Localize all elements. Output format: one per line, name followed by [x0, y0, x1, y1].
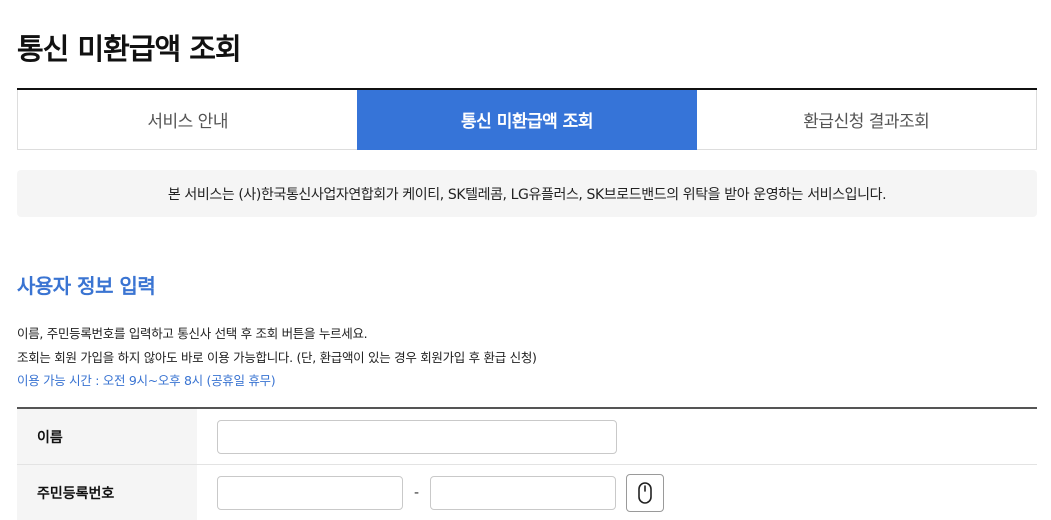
rrn-back-input[interactable]	[430, 475, 616, 510]
rrn-front-input[interactable]	[217, 475, 403, 510]
rrn-separator: -	[413, 484, 420, 501]
service-notice: 본 서비스는 (사)한국통신사업자연합회가 케이티, SK텔레콤, LG유플러스…	[17, 170, 1037, 217]
page-title: 통신 미환급액 조회	[17, 32, 242, 66]
tab-bar: 서비스 안내 통신 미환급액 조회 환급신청 결과조회	[17, 88, 1037, 150]
mouse-icon	[638, 481, 652, 504]
form-row-name: 이름	[17, 409, 1037, 465]
virtual-keypad-button[interactable]	[626, 473, 664, 512]
tab-service-info[interactable]: 서비스 안내	[17, 90, 358, 150]
service-notice-text: 본 서비스는 (사)한국통신사업자연합회가 케이티, SK텔레콤, LG유플러스…	[167, 186, 887, 203]
section-title: 사용자 정보 입력	[17, 274, 156, 298]
rrn-label: 주민등록번호	[17, 465, 197, 520]
rrn-field-cell: -	[197, 465, 1037, 520]
tab-refund-inquiry[interactable]: 통신 미환급액 조회	[357, 90, 697, 150]
user-info-form: 이름 주민등록번호 -	[17, 407, 1037, 520]
instruction-note: 조회는 회원 가입을 하지 않아도 바로 이용 가능합니다. (단, 환급액이 …	[17, 350, 537, 365]
name-label: 이름	[17, 409, 197, 464]
name-input[interactable]	[217, 419, 617, 454]
instruction-text: 이름, 주민등록번호를 입력하고 통신사 선택 후 조회 버튼을 누르세요.	[17, 326, 368, 341]
service-hours: 이용 가능 시간 : 오전 9시~오후 8시 (공휴일 휴무)	[17, 373, 276, 388]
tab-refund-result[interactable]: 환급신청 결과조회	[696, 90, 1037, 150]
name-field-cell	[197, 409, 1037, 464]
form-row-rrn: 주민등록번호 -	[17, 465, 1037, 520]
